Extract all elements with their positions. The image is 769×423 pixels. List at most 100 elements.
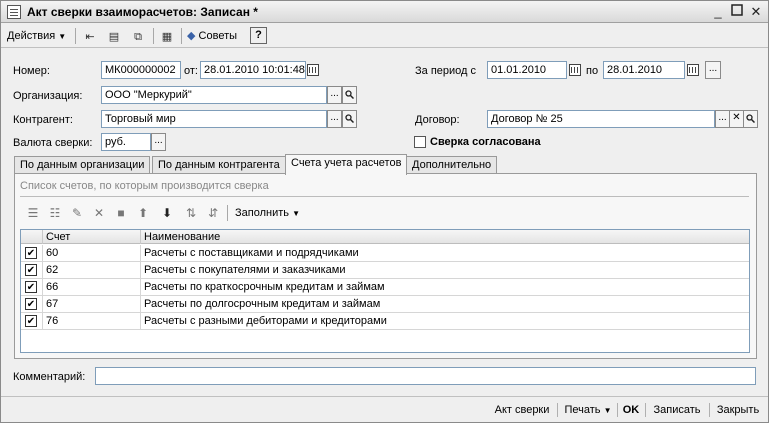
chevron-down-icon: ▼ [603, 406, 612, 415]
fill-button[interactable]: Заполнить ▼ [235, 207, 300, 219]
advice-button[interactable]: ◆ Советы [187, 27, 237, 45]
move-up-icon[interactable]: ⬆ [135, 205, 151, 221]
separator [645, 403, 646, 417]
print-button[interactable]: Печать ▼ [561, 401, 615, 419]
print-label: Печать [564, 404, 601, 416]
chevron-down-icon: ▼ [58, 32, 67, 41]
period-end-field[interactable]: 28.01.2010 [603, 61, 685, 79]
movements-icon[interactable]: ▤ [105, 27, 123, 45]
row-checkbox[interactable]: ✔ [25, 264, 37, 276]
tab-counterparty-data[interactable]: По данным контрагента [152, 156, 286, 174]
row-checkbox[interactable]: ✔ [25, 247, 37, 259]
delete-row-icon[interactable]: ✕ [91, 205, 107, 221]
sort-descending-icon[interactable]: ⇵ [205, 205, 221, 221]
period-label: За период с [415, 65, 477, 77]
contract-field[interactable]: Договор № 25 [487, 110, 715, 128]
organization-select-button[interactable]: ... [327, 86, 342, 104]
fill-label: Заполнить [235, 207, 290, 219]
date-field[interactable]: 28.01.2010 10:01:48 [200, 61, 306, 79]
accounts-list-caption: Список счетов, по которым производится с… [20, 180, 269, 192]
currency-field[interactable]: руб. [101, 133, 151, 151]
row-check-cell: ✔ [21, 245, 43, 262]
row-check-cell: ✔ [21, 313, 43, 330]
window-title: Акт сверки взаиморасчетов: Записан * [27, 5, 258, 19]
currency-select-button[interactable]: ... [151, 133, 166, 151]
act-button[interactable]: Акт сверки [489, 401, 555, 419]
move-down-icon[interactable]: ⬇ [159, 205, 175, 221]
number-field[interactable]: МК000000002 [101, 61, 181, 79]
actions-menu[interactable]: Действия ▼ [7, 27, 66, 45]
tab-accounts[interactable]: Счета учета расчетов [285, 154, 408, 175]
separator [617, 403, 618, 417]
document-window: Акт сверки взаиморасчетов: Записан * _ ✕… [0, 0, 769, 423]
search-icon[interactable] [342, 86, 357, 104]
counterparty-label: Контрагент: [13, 114, 73, 126]
calendar-icon[interactable] [307, 64, 319, 76]
row-checkbox[interactable]: ✔ [25, 298, 37, 310]
close-icon[interactable]: ✕ [748, 4, 764, 20]
end-edit-icon[interactable]: ■ [113, 205, 129, 221]
minimize-icon[interactable]: _ [710, 4, 726, 20]
accounts-tab-panel: Список счетов, по которым производится с… [14, 173, 757, 359]
row-checkbox[interactable]: ✔ [25, 315, 37, 327]
comment-field[interactable] [95, 367, 756, 385]
table-row[interactable]: ✔ 76 Расчеты с разными дебиторами и кред… [21, 313, 749, 330]
edit-row-icon[interactable]: ✎ [69, 205, 85, 221]
table-row[interactable]: ✔ 66 Расчеты по краткосрочным кредитам и… [21, 279, 749, 296]
table-row[interactable]: ✔ 67 Расчеты по долгосрочным кредитам и … [21, 296, 749, 313]
organization-field[interactable]: ООО "Меркурий" [101, 86, 327, 104]
maximize-icon[interactable] [729, 4, 745, 20]
name-cell: Расчеты с разными дебиторами и кредитора… [144, 315, 387, 327]
row-checkbox[interactable]: ✔ [25, 281, 37, 293]
period-select-button[interactable]: ... [705, 61, 721, 79]
help-button[interactable]: ? [250, 27, 267, 44]
clear-icon[interactable]: ✕ [729, 110, 744, 128]
separator [153, 28, 154, 44]
table-header: Счет Наименование [21, 230, 749, 244]
account-cell: 76 [43, 313, 141, 330]
actions-label: Действия [7, 30, 56, 42]
calendar-icon[interactable] [687, 64, 699, 76]
search-icon[interactable] [743, 110, 758, 128]
contract-select-button[interactable]: ... [715, 110, 730, 128]
row-check-cell: ✔ [21, 262, 43, 279]
document-icon [7, 5, 21, 19]
ok-button[interactable]: OK [620, 401, 642, 419]
counterparty-select-button[interactable]: ... [327, 110, 342, 128]
row-check-cell: ✔ [21, 296, 43, 313]
sort-ascending-icon[interactable]: ⇅ [183, 205, 199, 221]
go-back-icon[interactable]: ⇤ [81, 27, 99, 45]
structure-icon[interactable]: ⧉ [129, 27, 147, 45]
name-column-header[interactable]: Наименование [141, 230, 749, 244]
table-row[interactable]: ✔ 62 Расчеты с покупателями и заказчикам… [21, 262, 749, 279]
number-label: Номер: [13, 65, 50, 77]
close-button[interactable]: Закрыть [713, 401, 763, 419]
save-button[interactable]: Записать [649, 401, 705, 419]
advice-icon: ◆ [187, 30, 196, 42]
name-cell: Расчеты с покупателями и заказчиками [144, 264, 346, 276]
chevron-down-icon: ▼ [292, 209, 300, 218]
name-cell: Расчеты с поставщиками и подрядчиками [144, 247, 359, 259]
calendar-icon[interactable] [569, 64, 581, 76]
period-to-label: по [586, 65, 599, 77]
name-cell: Расчеты по краткосрочным кредитам и займ… [144, 281, 385, 293]
tab-additional[interactable]: Дополнительно [406, 156, 498, 174]
tab-organization-data[interactable]: По данным организации [14, 156, 151, 174]
advice-label: Советы [198, 30, 238, 42]
account-column-header[interactable]: Счет [43, 230, 141, 244]
separator [227, 205, 228, 221]
search-icon[interactable] [342, 110, 357, 128]
print-form-icon[interactable]: ▦ [158, 27, 176, 45]
agreed-checkbox[interactable] [414, 136, 426, 148]
period-start-field[interactable]: 01.01.2010 [487, 61, 567, 79]
title-bar[interactable]: Акт сверки взаиморасчетов: Записан * _ ✕ [1, 1, 768, 23]
currency-label: Валюта сверки: [13, 137, 93, 149]
separator [75, 28, 76, 44]
separator [709, 403, 710, 417]
copy-row-icon[interactable]: ☷ [47, 205, 63, 221]
table-row[interactable]: ✔ 60 Расчеты с поставщиками и подрядчика… [21, 245, 749, 262]
counterparty-field[interactable]: Торговый мир [101, 110, 327, 128]
add-row-icon[interactable]: ☰ [25, 205, 41, 221]
account-cell: 67 [43, 296, 141, 313]
organization-label: Организация: [13, 90, 83, 102]
